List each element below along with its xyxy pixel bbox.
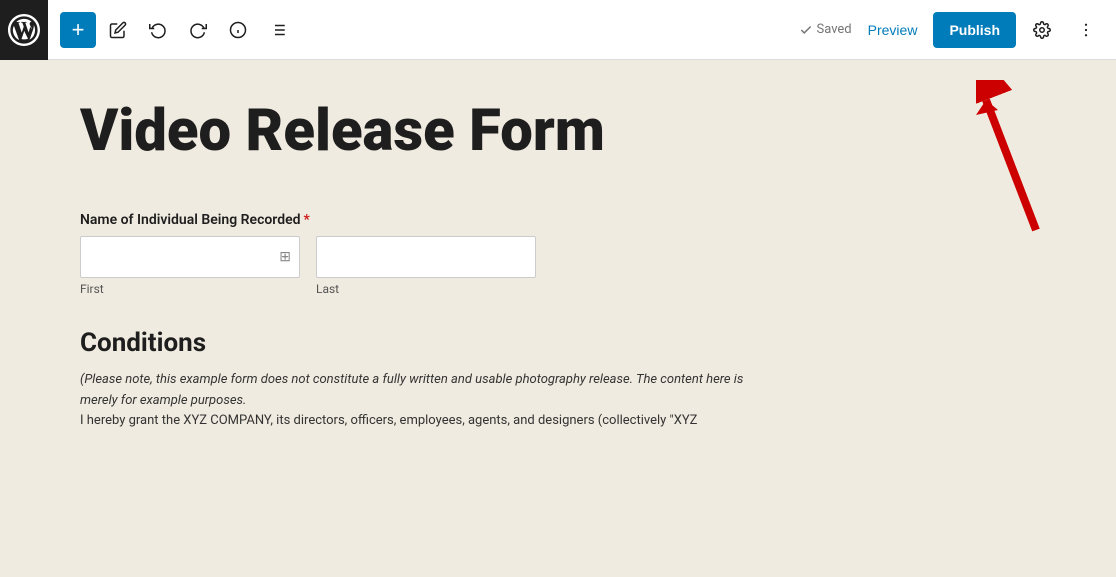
add-block-button[interactable]: +	[60, 12, 96, 48]
settings-button[interactable]	[1024, 12, 1060, 48]
toolbar-right: Saved Preview Publish	[799, 12, 1105, 48]
edit-button[interactable]	[100, 12, 136, 48]
info-icon	[229, 21, 247, 39]
form-section: Name of Individual Being Recorded* ⊞ Fir…	[80, 212, 780, 432]
publish-button[interactable]: Publish	[933, 12, 1016, 48]
wordpress-logo[interactable]	[0, 0, 48, 60]
name-field-label: Name of Individual Being Recorded*	[80, 212, 780, 228]
first-name-wrap: ⊞ First	[80, 236, 300, 296]
info-button[interactable]	[220, 12, 256, 48]
last-name-wrap: Last	[316, 236, 536, 296]
redo-icon	[189, 21, 207, 39]
arrow-annotation	[976, 80, 1056, 240]
undo-button[interactable]	[140, 12, 176, 48]
name-fields: ⊞ First Last	[80, 236, 780, 296]
conditions-normal-text: I hereby grant the XYZ COMPANY, its dire…	[80, 411, 780, 432]
redo-button[interactable]	[180, 12, 216, 48]
page-title: Video Release Form	[80, 100, 860, 164]
pencil-icon	[109, 21, 127, 39]
list-view-button[interactable]	[260, 12, 296, 48]
wp-logo-icon	[8, 14, 40, 46]
first-sublabel: First	[80, 282, 300, 296]
saved-status: Saved	[799, 22, 852, 37]
first-name-input[interactable]: ⊞	[80, 236, 300, 278]
gear-icon	[1033, 21, 1051, 39]
last-sublabel: Last	[316, 282, 536, 296]
saved-label: Saved	[817, 22, 852, 37]
preview-button[interactable]: Preview	[860, 16, 926, 44]
check-icon	[799, 23, 813, 37]
more-icon	[1077, 21, 1095, 39]
list-icon	[269, 21, 287, 39]
more-options-button[interactable]	[1068, 12, 1104, 48]
last-name-input[interactable]	[316, 236, 536, 278]
conditions-section: Conditions (Please note, this example fo…	[80, 328, 780, 432]
required-indicator: *	[304, 212, 310, 228]
main-content: Video Release Form Name of Individual Be…	[0, 60, 1116, 577]
conditions-italic-text: (Please note, this example form does not…	[80, 370, 780, 412]
conditions-title: Conditions	[80, 328, 780, 358]
undo-icon	[149, 21, 167, 39]
input-icon: ⊞	[279, 249, 291, 265]
toolbar: +	[0, 0, 1116, 60]
